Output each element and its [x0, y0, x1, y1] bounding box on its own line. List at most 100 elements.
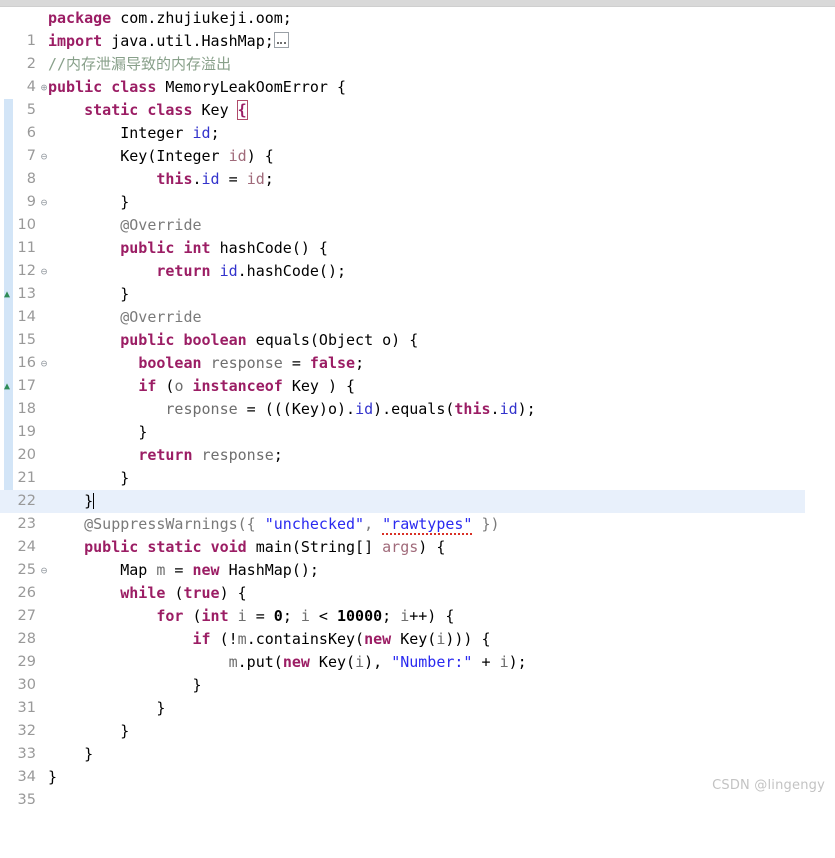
punctuation: ,	[364, 515, 383, 533]
code-line[interactable]: 2 ⊕ import java.util.HashMap;	[0, 30, 835, 94]
brace-close: }	[120, 722, 130, 740]
punctuation: <	[309, 607, 337, 625]
line-content: public boolean equals(Object o) {	[48, 329, 418, 352]
package-name: com.zhujiukeji.oom;	[120, 9, 292, 27]
line-content: public int hashCode() {	[48, 237, 328, 260]
local-variable-token: i	[355, 653, 365, 671]
code-line[interactable]: 34 }	[0, 743, 835, 785]
code-line[interactable]: 11 ⊖ @Override	[0, 214, 835, 278]
keyword-token: false	[309, 354, 356, 372]
local-variable-token: m	[228, 653, 238, 671]
keyword-token: instanceof	[192, 377, 283, 395]
annotation-token: @Override	[120, 308, 202, 326]
line-content: public static void main(String[] args) {	[48, 536, 445, 559]
code-line[interactable]: 7 Integer id;	[0, 122, 835, 164]
brace-close: }	[120, 193, 130, 211]
code-line[interactable]: 25 public static void main(String[] args…	[0, 536, 835, 578]
keyword-token: new	[282, 653, 310, 671]
code-line[interactable]: 15 ⊖ @Override	[0, 306, 835, 370]
code-line[interactable]: 6 ⊖ static class Key {	[0, 99, 835, 163]
punctuation: ++)	[409, 607, 446, 625]
code-line[interactable]: 16 ▲ public boolean equals(Object o) {	[0, 329, 835, 392]
code-line[interactable]: 8 ⊖ Key(Integer id) {	[0, 145, 835, 209]
semicolon: ;	[264, 170, 274, 188]
code-line[interactable]: 27 while (true) {	[0, 582, 835, 624]
code-line[interactable]: 19 response = (((Key)o).id).equals(this.…	[0, 398, 835, 440]
line-content: return response;	[48, 444, 283, 467]
number-token: 0	[273, 607, 283, 625]
line-content: }	[48, 674, 202, 697]
csdn-watermark: CSDN @lingengy	[712, 778, 825, 793]
line-content: }	[48, 490, 95, 513]
code-line[interactable]: 14 }	[0, 283, 835, 325]
brace-open: {	[264, 147, 274, 165]
cast-expression: = (((Key)o).	[237, 400, 356, 418]
local-variable-token: response	[210, 354, 283, 372]
keyword-token: void	[210, 538, 247, 556]
code-line[interactable]: 32 }	[0, 697, 835, 739]
code-line[interactable]: 35 }	[0, 766, 835, 808]
keyword-token: while	[120, 584, 166, 602]
code-line[interactable]: 28 for (int i = 0; i < 10000; i++) {	[0, 605, 835, 647]
brace-close: }	[84, 745, 94, 763]
line-content: import java.util.HashMap;	[48, 30, 289, 53]
code-line[interactable]: 1 package com.zhujiukeji.oom;	[0, 7, 835, 49]
line-content: }	[48, 191, 129, 214]
code-line[interactable]: 24 ⊖ @SuppressWarnings({ "unchecked", "r…	[0, 513, 835, 577]
code-line[interactable]: 31 }	[0, 674, 835, 716]
code-line[interactable]: 12 ▲ public int hashCode() {	[0, 237, 835, 300]
local-variable-token: i	[499, 653, 509, 671]
code-line[interactable]: 10 }	[0, 191, 835, 233]
comment-token: //内存泄漏导致的内存溢出	[48, 55, 232, 73]
import-name: java.util.HashMap;	[111, 32, 274, 50]
line-content: static class Key {	[48, 99, 248, 122]
punctuation: =	[282, 354, 310, 372]
code-line-current[interactable]: 23 }	[0, 490, 835, 532]
code-line[interactable]: 22 }	[0, 467, 835, 509]
punctuation: =	[165, 561, 193, 579]
code-line[interactable]: 13 return id.hashCode();	[0, 260, 835, 302]
semicolon: ;	[210, 124, 220, 142]
text-caret	[93, 493, 95, 509]
code-line[interactable]: 33 }	[0, 720, 835, 762]
string-token: "unchecked"	[264, 515, 365, 533]
keyword-token: static	[147, 538, 202, 556]
field-token: id	[192, 124, 211, 142]
code-line[interactable]: 17 boolean response = false;	[0, 352, 835, 394]
punctuation: +	[472, 653, 500, 671]
code-line[interactable]: 18 if (o instanceof Key ) {	[0, 375, 835, 417]
keyword-token: public	[48, 78, 103, 96]
line-number: 35	[17, 792, 36, 808]
line-content: for (int i = 0; i < 10000; i++) {	[48, 605, 454, 628]
line-content: Integer id;	[48, 122, 220, 145]
code-line[interactable]: 5 public class MemoryLeakOomError {	[0, 76, 835, 118]
code-editor[interactable]: 1 package com.zhujiukeji.oom; 2 ⊕ import…	[0, 7, 835, 808]
line-content: if (!m.containsKey(new Key(i))) {	[48, 628, 491, 651]
punctuation: })	[472, 515, 500, 533]
code-line[interactable]: 30 m.put(new Key(i), "Number:" + i);	[0, 651, 835, 693]
line-content: while (true) {	[48, 582, 246, 605]
punctuation: =	[246, 607, 274, 625]
brace-close: }	[138, 423, 148, 441]
line-content: response = (((Key)o).id).equals(this.id)…	[48, 398, 535, 421]
code-line[interactable]: 21 return response;	[0, 444, 835, 486]
code-line[interactable]: 9 this.id = id;	[0, 168, 835, 210]
folded-region-icon[interactable]	[273, 32, 289, 48]
brace-close: }	[48, 768, 58, 786]
line-content: }	[48, 467, 129, 490]
line-content: boolean response = false;	[48, 352, 364, 375]
keyword-token: class	[147, 101, 193, 119]
semicolon: ;	[355, 354, 365, 372]
keyword-token: public	[84, 538, 139, 556]
keyword-token: this	[156, 170, 193, 188]
parameter-token: id	[228, 147, 247, 165]
punctuation: )	[327, 377, 347, 395]
line-content: m.put(new Key(i), "Number:" + i);	[48, 651, 527, 674]
brace-open: {	[346, 377, 356, 395]
code-line[interactable]: 29 if (!m.containsKey(new Key(i))) {	[0, 628, 835, 670]
code-line[interactable]: 20 }	[0, 421, 835, 463]
code-line[interactable]: 4 //内存泄漏导致的内存溢出	[0, 53, 835, 95]
code-line[interactable]: 26 Map m = new HashMap();	[0, 559, 835, 601]
method-call: .hashCode();	[237, 262, 347, 280]
class-name: MemoryLeakOomError {	[165, 78, 347, 96]
